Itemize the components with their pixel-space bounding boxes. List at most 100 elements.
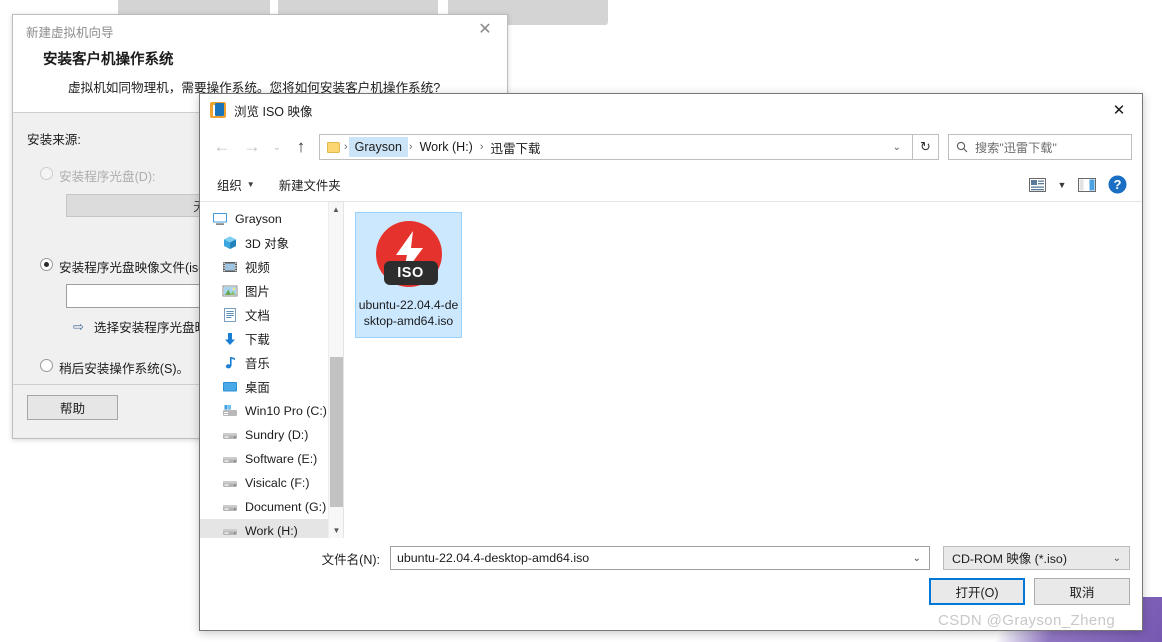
chevron-down-icon[interactable]: ⌄ (1105, 553, 1129, 564)
sidebar-item-work-h[interactable]: Work (H:) (200, 519, 343, 538)
system-drive-icon (222, 403, 238, 419)
sidebar-item-label: 桌面 (245, 381, 270, 395)
help-button[interactable]: 帮助 (27, 395, 118, 420)
iso-thunder-icon: ISO (372, 219, 446, 293)
sidebar-item-label: Work (H:) (245, 524, 298, 538)
sidebar-item-label: 图片 (245, 285, 270, 299)
radio-later-indicator[interactable] (40, 359, 53, 372)
sidebar-item-videos[interactable]: 视频 (200, 255, 343, 279)
chevron-up-icon[interactable]: ▲ (329, 202, 343, 217)
sidebar-item-label: 音乐 (245, 357, 270, 371)
new-folder-button[interactable]: 新建文件夹 (279, 176, 341, 194)
filename-label-text: 文件名(N): (321, 552, 380, 567)
sidebar-item-visicalc-f[interactable]: Visicalc (F:) (200, 471, 343, 495)
sidebar-item-documents[interactable]: 文档 (200, 303, 343, 327)
dialog-title: 浏览 ISO 映像 (234, 104, 313, 119)
breadcrumb-item-1[interactable]: Work (H:) (414, 137, 479, 157)
sidebar-item-label: Grayson (235, 212, 282, 226)
cancel-button[interactable]: 取消 (1034, 578, 1130, 605)
breadcrumb-item-0[interactable]: Grayson (348, 137, 408, 157)
drive-icon (222, 451, 238, 467)
chevron-down-icon-history[interactable]: ⌄ (267, 132, 287, 162)
3d-object-icon (222, 235, 238, 251)
search-input[interactable]: 搜索"迅雷下载" (948, 134, 1132, 160)
file-list-pane[interactable]: ISO ubuntu-22.04.4-desktop-amd64.iso (344, 202, 1142, 538)
breadcrumb-item-2[interactable]: 迅雷下载 (485, 135, 547, 160)
download-icon (222, 331, 238, 347)
wizard-titlebar: 新建虚拟机向导 ✕ (13, 15, 507, 44)
navigation-bar: ← → ⌄ ↑ › Grayson › Work (H:) › 迅雷下载 ⌄ ↻ (200, 126, 1142, 168)
filename-input[interactable]: ubuntu-22.04.4-desktop-amd64.iso ⌄ (390, 546, 930, 570)
sidebar-item-label: 视频 (245, 261, 270, 275)
arrow-right-icon: ⇨ (73, 318, 84, 334)
file-type-filter[interactable]: CD-ROM 映像 (*.iso) ⌄ (943, 546, 1130, 570)
arrow-right-icon[interactable]: → (237, 132, 267, 162)
screen: 新建虚拟机向导 ✕ 安装客户机操作系统 虚拟机如同物理机，需要操作系统。您将如何… (0, 0, 1162, 642)
sidebar-item-downloads[interactable]: 下载 (200, 327, 343, 351)
sidebar-item-label: 3D 对象 (245, 237, 290, 251)
arrow-up-icon[interactable]: ↑ (287, 132, 315, 162)
filter-value: CD-ROM 映像 (*.iso) (952, 552, 1067, 566)
file-name-label: ubuntu-22.04.4-desktop-amd64.iso (358, 298, 459, 328)
sidebar-item-sundry-d[interactable]: Sundry (D:) (200, 423, 343, 447)
filename-label: 文件名(N): (200, 549, 390, 568)
sidebar-item-document-g[interactable]: Document (G:) (200, 495, 343, 519)
help-icon[interactable]: ? (1102, 172, 1132, 198)
iso-badge-label: ISO (383, 261, 438, 285)
browse-iso-dialog: 浏览 ISO 映像 ✕ ← → ⌄ ↑ › Grayson › Work (H:… (199, 93, 1143, 631)
scrollbar-thumb[interactable] (330, 357, 343, 507)
filename-value: ubuntu-22.04.4-desktop-amd64.iso (397, 551, 590, 565)
file-item[interactable]: ISO ubuntu-22.04.4-desktop-amd64.iso (355, 212, 462, 338)
radio-disc-indicator[interactable] (40, 167, 53, 180)
close-icon[interactable]: ✕ (463, 15, 507, 44)
sidebar-item-software-e[interactable]: Software (E:) (200, 447, 343, 471)
new-folder-label: 新建文件夹 (278, 178, 341, 193)
radio-later-label: 稍后安装操作系统(S)。 (59, 362, 190, 376)
sidebar-scrollbar[interactable]: ▲ ▼ (328, 202, 343, 538)
sidebar-item-grayson[interactable]: Grayson (200, 207, 343, 231)
sidebar-item-label: Win10 Pro (C:) (245, 404, 327, 418)
document-icon (222, 307, 238, 323)
search-icon (949, 141, 975, 153)
sidebar-item-label: Sundry (D:) (245, 428, 309, 442)
sidebar-item-label: 文档 (245, 309, 270, 323)
wizard-title: 新建虚拟机向导 (26, 26, 114, 40)
refresh-icon[interactable]: ↻ (913, 134, 939, 160)
arrow-left-icon[interactable]: ← (207, 132, 237, 162)
music-icon (222, 355, 238, 371)
sidebar-item-win10-pro-c[interactable]: Win10 Pro (C:) (200, 399, 343, 423)
filename-row: 文件名(N): ubuntu-22.04.4-desktop-amd64.iso… (200, 538, 1142, 578)
chevron-down-icon[interactable]: ▼ (329, 523, 343, 538)
chevron-down-icon[interactable]: ⌄ (905, 553, 929, 564)
desktop-icon (222, 379, 238, 395)
radio-iso-indicator[interactable] (40, 258, 53, 271)
breadcrumb[interactable]: › Grayson › Work (H:) › 迅雷下载 ⌄ (319, 134, 913, 160)
chevron-down-icon[interactable]: ⌄ (884, 142, 910, 153)
sidebar-item-3d-objects[interactable]: 3D 对象 (200, 231, 343, 255)
navigation-sidebar: Grayson 3D 对象 视频 图片 文档 下载 音乐 桌面 Win10 Pr… (200, 202, 344, 538)
sidebar-item-label: 下载 (245, 333, 270, 347)
dialog-toolbar: 组织 ▼ 新建文件夹 ▼ ? (200, 168, 1142, 202)
drive-icon (222, 499, 238, 515)
organize-label: 组织 (217, 178, 242, 193)
radio-iso-label: 安装程序光盘映像文件(iso)( (59, 261, 214, 275)
wizard-subheading: 虚拟机如同物理机，需要操作系统。您将如何安装客户机操作系统? (68, 81, 441, 95)
organize-button[interactable]: 组织 ▼ (217, 176, 255, 194)
sidebar-item-desktop[interactable]: 桌面 (200, 375, 343, 399)
view-mode-icon[interactable] (1022, 172, 1052, 198)
picture-icon (222, 283, 238, 299)
sidebar-item-label: Software (E:) (245, 452, 318, 466)
monitor-icon (212, 211, 228, 227)
chevron-down-icon-view[interactable]: ▼ (1052, 172, 1072, 198)
preview-pane-icon[interactable] (1072, 172, 1102, 198)
sidebar-item-label: Visicalc (F:) (245, 476, 310, 490)
close-icon[interactable]: ✕ (1096, 94, 1142, 126)
video-icon (222, 259, 238, 275)
sidebar-item-pictures[interactable]: 图片 (200, 279, 343, 303)
sidebar-item-music[interactable]: 音乐 (200, 351, 343, 375)
vmware-iso-icon (210, 102, 226, 118)
open-button[interactable]: 打开(O) (929, 578, 1025, 605)
drive-icon (222, 427, 238, 443)
wizard-heading: 安装客户机操作系统 (43, 52, 174, 68)
watermark: CSDN @Grayson_Zheng (938, 612, 1116, 629)
